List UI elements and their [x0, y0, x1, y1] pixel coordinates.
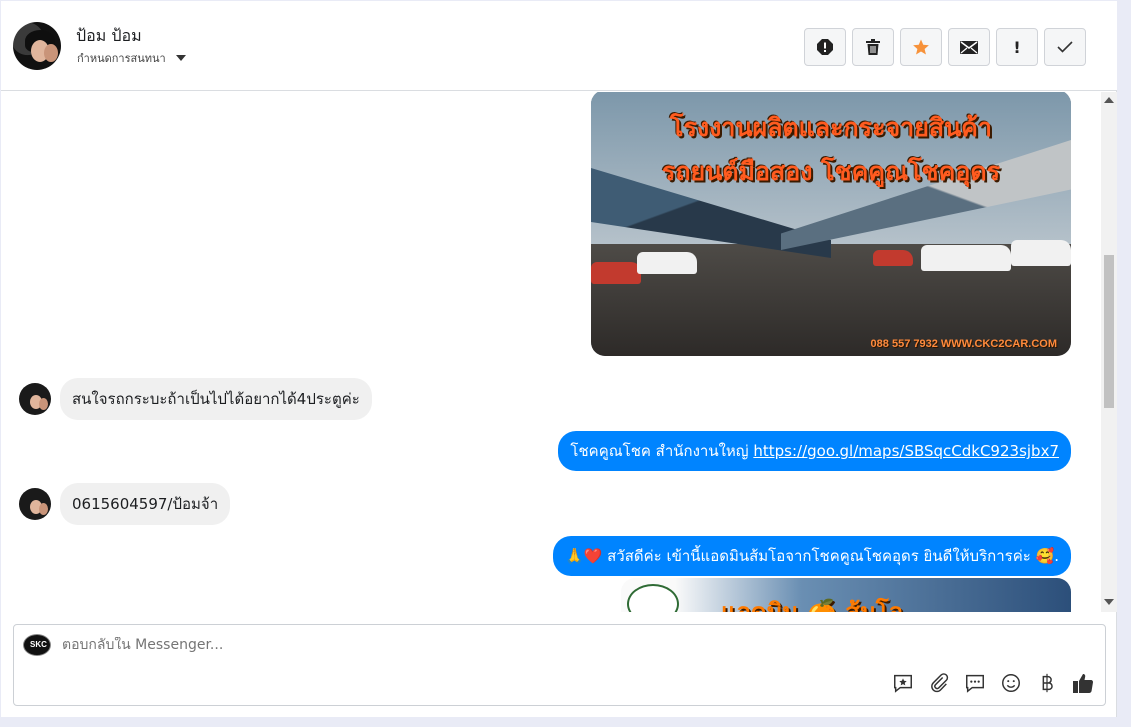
composer-tools — [891, 671, 1095, 695]
incoming-message-row: สนใจรถกระบะถ้าเป็นไปได้อยากได้4ประตูค่ะ — [19, 378, 372, 420]
attachment-icon — [931, 673, 949, 693]
reply-input[interactable] — [62, 637, 962, 653]
incoming-message-bubble: 0615604597/ป้อมจ้า — [60, 483, 231, 525]
quick-reply-button[interactable] — [963, 671, 987, 695]
baht-icon — [1042, 673, 1053, 693]
sender-avatar[interactable] — [19, 383, 51, 415]
scroll-down-arrow-icon[interactable] — [1104, 599, 1114, 605]
saved-reply-button[interactable] — [891, 671, 915, 695]
delete-button[interactable] — [852, 28, 894, 66]
scroll-up-arrow-icon[interactable] — [1104, 97, 1114, 103]
conversation-actions: ! — [804, 28, 1086, 66]
image-title-line2: รถยนต์มือสอง โชคคูณโชคอุดร — [661, 157, 1001, 186]
mark-done-button[interactable] — [1044, 28, 1086, 66]
trash-icon — [866, 39, 880, 55]
payment-button[interactable] — [1035, 671, 1059, 695]
spam-icon — [817, 39, 833, 55]
send-like-button[interactable] — [1071, 671, 1095, 695]
outgoing-message-row: โชคคูณโชค สำนักงานใหญ่ https://goo.gl/ma… — [558, 431, 1071, 471]
outgoing-message-row: 🙏❤️ สวัสดีค่ะ เข้านี้แอดมินส้มโอจากโชคคู… — [553, 536, 1071, 576]
envelope-icon — [960, 40, 978, 54]
company-logo — [627, 584, 679, 612]
exclamation-icon: ! — [1013, 37, 1021, 57]
image2-text: แอดมิน 🍊 ส้มโอ — [721, 598, 904, 612]
mark-spam-button[interactable] — [804, 28, 846, 66]
follow-up-button[interactable]: ! — [996, 28, 1038, 66]
like-icon — [1073, 674, 1094, 694]
emoji-icon — [1002, 674, 1020, 692]
shared-image-admin[interactable]: แอดมิน 🍊 ส้มโอ — [621, 578, 1071, 612]
incoming-message-row: 0615604597/ป้อมจ้า — [19, 483, 231, 525]
star-button[interactable] — [900, 28, 942, 66]
contact-avatar[interactable] — [13, 22, 61, 70]
scroll-thumb[interactable] — [1104, 255, 1114, 408]
caret-down-icon — [175, 55, 186, 61]
assign-conversation-dropdown[interactable]: กำหนดการสนทนา — [77, 49, 186, 67]
thread-scrollbar[interactable] — [1101, 92, 1117, 612]
outgoing-message-bubble: โชคคูณโชค สำนักงานใหญ่ https://goo.gl/ma… — [558, 431, 1071, 471]
saved-reply-icon — [894, 674, 912, 693]
page-avatar: SKC — [23, 634, 51, 656]
attach-file-button[interactable] — [927, 671, 951, 695]
contact-name[interactable]: ป้อม ป้อม — [76, 24, 142, 49]
outgoing-message-text: โชคคูณโชค สำนักงานใหญ่ — [570, 442, 754, 460]
image-title-line1: โรงงานผลิตและกระจายสินค้า — [670, 113, 992, 142]
conversation-header: ป้อม ป้อม กำหนดการสนทนา ! — [1, 1, 1117, 91]
maps-link[interactable]: https://goo.gl/maps/SBSqcCdkC923sjbx7 — [753, 442, 1059, 460]
check-icon — [1057, 41, 1073, 53]
assign-label: กำหนดการสนทนา — [77, 52, 166, 65]
message-thread[interactable]: โรงงานผลิตและกระจายสินค้า รถยนต์มือสอง โ… — [1, 92, 1099, 612]
image-footer: 088 557 7932 WWW.CKC2CAR.COM — [870, 338, 1057, 350]
emoji-button[interactable] — [999, 671, 1023, 695]
conversation-panel: ป้อม ป้อม กำหนดการสนทนา ! โรงงานผลิตและก… — [1, 1, 1117, 717]
incoming-message-bubble: สนใจรถกระบะถ้าเป็นไปได้อยากได้4ประตูค่ะ — [60, 378, 372, 420]
sender-avatar[interactable] — [19, 488, 51, 520]
outgoing-message-bubble: 🙏❤️ สวัสดีค่ะ เข้านี้แอดมินส้มโอจากโชคคู… — [553, 536, 1071, 576]
shared-image-dealership[interactable]: โรงงานผลิตและกระจายสินค้า รถยนต์มือสอง โ… — [591, 92, 1071, 356]
star-icon — [913, 39, 929, 55]
chat-icon — [966, 674, 984, 693]
reply-composer: SKC — [13, 624, 1106, 706]
mark-unread-button[interactable] — [948, 28, 990, 66]
page-avatar-label: SKC — [30, 640, 47, 649]
